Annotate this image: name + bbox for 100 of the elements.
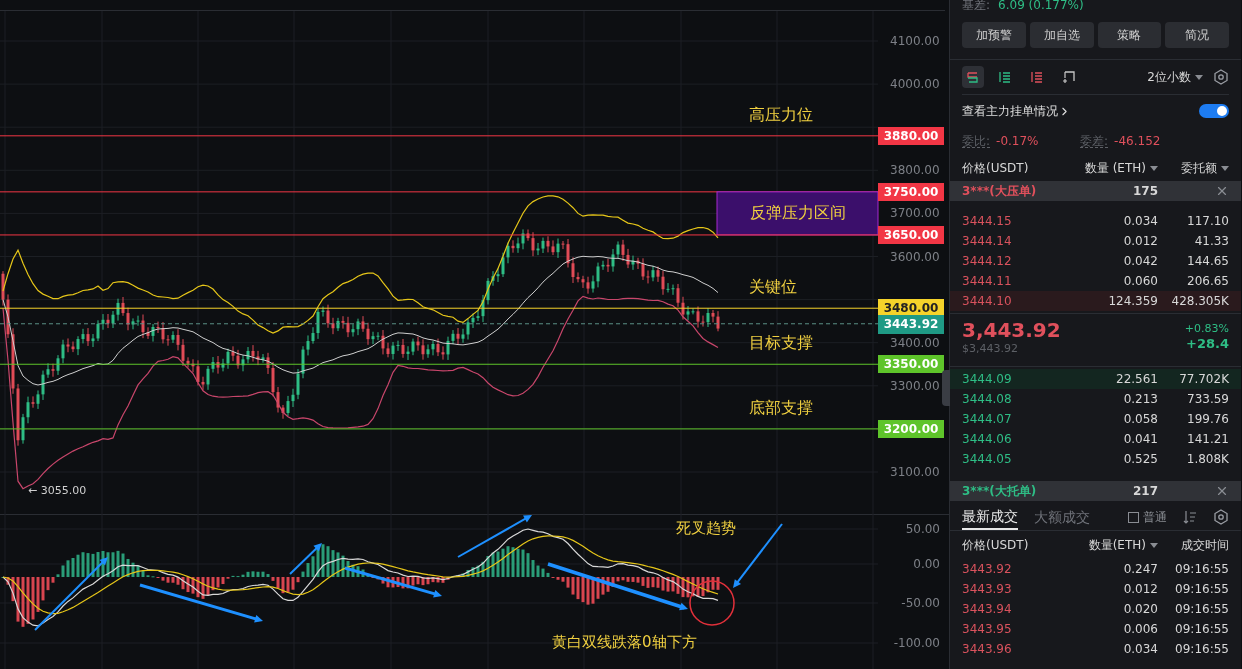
order-quantity: 0.058 — [1122, 411, 1158, 428]
trade-price: 3443.95 — [962, 621, 1013, 638]
order-amount: 428.305K — [1170, 293, 1229, 310]
column-header[interactable]: 数量 (ETH) — [1062, 159, 1158, 177]
order-price: 3444.08 — [962, 391, 1013, 408]
order-amount: 77.702K — [1178, 371, 1229, 388]
order-quantity: 0.012 — [1122, 233, 1158, 250]
macd-axis-label: 50.00 — [904, 523, 940, 535]
macd-axis-label: -50.00 — [900, 597, 940, 609]
column-header: 价格(USDT) — [962, 160, 1030, 177]
trade-quantity: 0.006 — [1122, 621, 1158, 638]
level-note: 底部支撑 — [749, 399, 813, 416]
last-price: 3,443.92 — [962, 318, 1061, 343]
trade-price: 3443.94 — [962, 601, 1013, 618]
order-quantity: 0.041 — [1122, 431, 1158, 448]
trade-time: 09:16:55 — [1174, 581, 1229, 598]
trade-quantity: 0.020 — [1122, 601, 1158, 618]
order-quantity: 124.359 — [1107, 293, 1158, 310]
action-button[interactable]: 策略 — [1097, 22, 1162, 48]
order-book-row[interactable]: 3444.15 0.034 117.10 — [950, 211, 1241, 231]
big-ask-label: 3***(大压单) — [962, 183, 1038, 200]
order-amount: 141.21 — [1186, 431, 1229, 448]
trade-price: 3443.93 — [962, 581, 1013, 598]
trades-tab[interactable]: 最新成交 — [962, 504, 1018, 530]
order-quantity: 0.034 — [1122, 213, 1158, 230]
order-amount: 199.76 — [1186, 411, 1229, 428]
column-header: 价格(USDT) — [962, 537, 1030, 554]
macd-axis-label: -100.00 — [892, 637, 940, 649]
order-quantity: 0.213 — [1122, 391, 1158, 408]
main-orders-link[interactable]: 查看主力挂单情况 — [962, 102, 1071, 120]
order-price: 3444.11 — [962, 273, 1013, 290]
column-header[interactable]: 数量(ETH) — [1072, 536, 1158, 554]
cross-note: 死叉趋势 — [676, 521, 736, 536]
normal-checkbox[interactable]: 普通 — [1128, 504, 1167, 530]
order-book-row[interactable]: 3444.09 22.561 77.702K — [950, 369, 1241, 389]
order-price: 3444.06 — [962, 431, 1013, 448]
big-bid-quantity: 217 — [1131, 483, 1158, 500]
order-amount: 206.65 — [1186, 273, 1229, 290]
order-book-row[interactable]: 3444.11 0.060 206.65 — [950, 271, 1241, 291]
trade-quantity: 0.247 — [1122, 561, 1158, 578]
order-book-row[interactable]: 3444.14 0.012 41.33 — [950, 231, 1241, 251]
order-amount: 144.65 — [1186, 253, 1229, 270]
order-book-row[interactable]: 3444.10 124.359 428.305K — [950, 291, 1241, 311]
order-book-row[interactable]: 3444.07 0.058 199.76 — [950, 409, 1241, 429]
order-book-row[interactable]: 3444.12 0.042 144.65 — [950, 251, 1241, 271]
price-axis-label: 3700.00 — [890, 207, 940, 220]
zone-label: 反弹压力区间 — [748, 205, 847, 222]
order-quantity: 0.060 — [1122, 273, 1158, 290]
order-price: 3444.07 — [962, 411, 1013, 428]
diff-value: -46.152 — [1114, 133, 1161, 150]
trade-time: 09:16:55 — [1174, 641, 1229, 658]
order-amount: 117.10 — [1186, 213, 1229, 230]
diff-label: 委差: — [1080, 134, 1109, 148]
price-axis-label: 3600.00 — [890, 250, 940, 263]
big-bid-label: 3***(大托单) — [962, 483, 1038, 500]
trade-quantity: 0.034 — [1122, 641, 1158, 658]
price-tag: 3650.00 — [878, 225, 944, 244]
order-price: 3444.10 — [962, 293, 1013, 310]
macd-axis-label: 0.00 — [912, 558, 940, 570]
order-quantity: 0.042 — [1122, 253, 1158, 270]
column-header[interactable]: 委托额 — [1158, 159, 1229, 177]
order-price: 3444.12 — [962, 253, 1013, 270]
level-note: 关键位 — [749, 279, 797, 296]
price-axis-label: 3400.00 — [890, 336, 940, 349]
ratio-label: 委比: — [962, 134, 991, 148]
price-axis-label: 3300.00 — [890, 379, 940, 392]
trades-tab[interactable]: 大额成交 — [1034, 504, 1090, 530]
order-book-row[interactable]: 3444.08 0.213 733.59 — [950, 389, 1241, 409]
trade-time: 09:16:55 — [1174, 601, 1229, 618]
order-price: 3444.09 — [962, 371, 1013, 388]
action-button[interactable]: 加自选 — [1029, 22, 1094, 48]
ratio-value: -0.17% — [996, 133, 1040, 150]
price-axis-label: 4000.00 — [890, 78, 940, 91]
trade-time: 09:16:55 — [1174, 561, 1229, 578]
column-header: 成交时间 — [1180, 537, 1229, 554]
price-tag: 3750.00 — [878, 182, 944, 201]
low-price-marker: ← 3055.00 — [28, 485, 87, 496]
zero-axis-note: 黄白双线跌落0轴下方 — [552, 635, 697, 650]
order-price: 3444.05 — [962, 451, 1013, 468]
trade-quantity: 0.012 — [1122, 581, 1158, 598]
price-axis-label: 3800.00 — [890, 164, 940, 177]
change-value: +28.4 — [1186, 335, 1229, 352]
order-book-row[interactable]: 3444.05 0.525 1.808K — [950, 449, 1241, 469]
basis-label: 基差: — [962, 0, 991, 11]
last-price-usd: $3,443.92 — [962, 343, 1019, 354]
action-button[interactable]: 加预警 — [962, 22, 1026, 48]
trade-price: 3443.92 — [962, 561, 1013, 578]
order-book-row[interactable]: 3444.06 0.041 141.21 — [950, 429, 1241, 449]
action-button[interactable]: 简况 — [1165, 22, 1229, 48]
decimals-dropdown[interactable]: 2位小数 — [1147, 68, 1203, 86]
order-quantity: 22.561 — [1115, 371, 1158, 388]
basis-value: 6.09 (0.177%) — [998, 0, 1084, 11]
price-axis-label: 3100.00 — [890, 466, 940, 478]
big-ask-quantity: 175 — [1131, 183, 1158, 200]
change-percent: +0.83% — [1184, 322, 1229, 336]
order-quantity: 0.525 — [1122, 451, 1158, 468]
trade-price: 3443.96 — [962, 641, 1013, 658]
order-amount: 1.808K — [1185, 451, 1229, 468]
level-note: 目标支撑 — [749, 335, 813, 352]
level-note: 高压力位 — [749, 106, 813, 123]
